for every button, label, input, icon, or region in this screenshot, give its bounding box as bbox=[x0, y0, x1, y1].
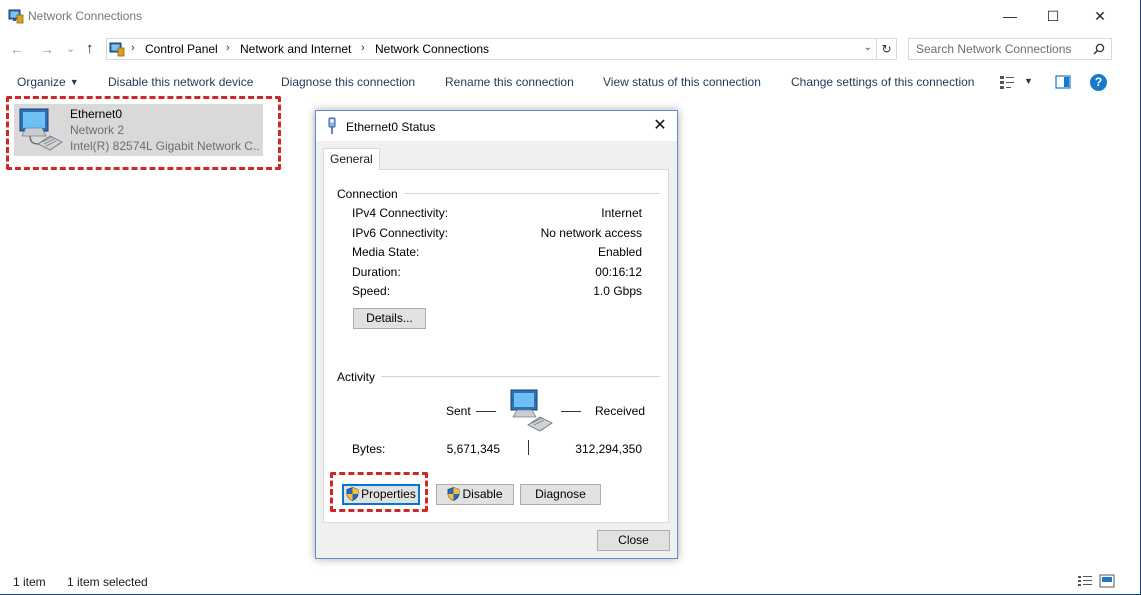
search-icon[interactable] bbox=[1093, 43, 1105, 55]
received-line bbox=[561, 411, 581, 412]
breadcrumb-network-connections[interactable]: Network Connections bbox=[375, 42, 489, 56]
speed-label: Speed: bbox=[352, 284, 391, 298]
up-arrow-icon: ↑ bbox=[86, 40, 94, 57]
close-icon: ✕ bbox=[1094, 8, 1106, 24]
details-button[interactable]: Details... bbox=[353, 308, 426, 329]
dialog-title-bar: Ethernet0 Status ✕ bbox=[316, 111, 677, 141]
maximize-button[interactable]: ☐ bbox=[1030, 0, 1076, 32]
address-dropdown-icon[interactable]: ⌄ bbox=[864, 42, 872, 53]
highlight-annotation-item bbox=[6, 96, 281, 170]
ipv6-value: No network access bbox=[540, 226, 642, 240]
network-connections-icon bbox=[8, 9, 24, 24]
explorer-window: Network Connections — ☐ ✕ ← → ⌄ ↑ › Cont… bbox=[0, 0, 1141, 595]
speed-value: 1.0 Gbps bbox=[593, 284, 642, 298]
minimize-icon: — bbox=[1003, 8, 1017, 24]
back-button[interactable]: ← bbox=[10, 40, 24, 58]
breadcrumb-separator: › bbox=[131, 42, 135, 54]
ipv6-label: IPv6 Connectivity: bbox=[352, 226, 449, 240]
change-view-icon[interactable] bbox=[999, 74, 1015, 90]
ethernet-plug-icon bbox=[328, 117, 336, 134]
ipv4-label: IPv4 Connectivity: bbox=[352, 206, 449, 220]
tab-general[interactable]: General bbox=[323, 148, 380, 170]
refresh-button[interactable]: ↻ bbox=[877, 38, 897, 60]
sent-label: Sent bbox=[446, 404, 471, 418]
chevron-down-icon: ⌄ bbox=[66, 43, 76, 55]
search-input[interactable] bbox=[916, 41, 1086, 57]
status-item-count: 1 item bbox=[13, 575, 46, 589]
uac-shield-icon bbox=[448, 487, 460, 501]
general-tab-panel: Connection IPv4 Connectivity: Internet I… bbox=[323, 169, 669, 523]
network-connections-icon bbox=[109, 42, 125, 57]
back-arrow-icon: ← bbox=[10, 41, 24, 57]
disable-label: Disable bbox=[462, 487, 503, 501]
close-icon: ✕ bbox=[653, 117, 667, 134]
connection-group-divider bbox=[384, 193, 660, 194]
details-view-icon[interactable] bbox=[1077, 574, 1093, 588]
network-activity-icon bbox=[510, 389, 553, 432]
view-dropdown-icon[interactable]: ▼ bbox=[1024, 76, 1033, 86]
title-bar: Network Connections — ☐ ✕ bbox=[0, 0, 1140, 32]
received-label: Received bbox=[595, 404, 646, 418]
bytes-divider bbox=[528, 440, 529, 455]
large-icons-view-icon[interactable] bbox=[1099, 574, 1115, 588]
forward-button[interactable]: → bbox=[40, 40, 54, 58]
bytes-label: Bytes: bbox=[352, 442, 386, 456]
duration-value: 00:16:12 bbox=[595, 265, 642, 279]
disable-button[interactable]: Disable bbox=[436, 484, 514, 505]
organize-label: Organize bbox=[17, 75, 66, 89]
connection-heading: Connection bbox=[337, 187, 404, 201]
change-settings-button[interactable]: Change settings of this connection bbox=[791, 75, 974, 89]
address-bar[interactable]: › Control Panel › Network and Internet ›… bbox=[106, 38, 877, 60]
up-button[interactable]: ↑ bbox=[86, 40, 94, 58]
bytes-sent-value: 5,671,345 bbox=[446, 442, 500, 456]
refresh-icon: ↻ bbox=[881, 42, 892, 56]
minimize-button[interactable]: — bbox=[987, 0, 1033, 32]
caret-down-icon: ▼ bbox=[69, 77, 79, 87]
help-icon[interactable]: ? bbox=[1090, 74, 1107, 91]
diagnose-button[interactable]: Diagnose this connection bbox=[281, 75, 415, 89]
breadcrumb-network-and-internet[interactable]: Network and Internet bbox=[240, 42, 351, 56]
search-box[interactable] bbox=[908, 38, 1112, 60]
activity-group-divider bbox=[380, 376, 660, 377]
bytes-received-value: 312,294,350 bbox=[575, 442, 642, 456]
close-button[interactable]: ✕ bbox=[1077, 0, 1123, 32]
forward-arrow-icon: → bbox=[40, 41, 54, 57]
sent-line bbox=[476, 411, 496, 412]
dialog-title: Ethernet0 Status bbox=[346, 120, 436, 134]
close-dialog-button[interactable]: Close bbox=[597, 530, 670, 551]
view-status-button[interactable]: View status of this connection bbox=[603, 75, 761, 89]
disable-device-button[interactable]: Disable this network device bbox=[108, 75, 253, 89]
media-state-label: Media State: bbox=[352, 245, 420, 259]
preview-pane-icon[interactable] bbox=[1055, 74, 1071, 90]
media-state-value: Enabled bbox=[597, 245, 642, 259]
duration-label: Duration: bbox=[352, 265, 401, 279]
dialog-close-button[interactable]: ✕ bbox=[643, 111, 677, 141]
status-selected-count: 1 item selected bbox=[67, 575, 148, 589]
rename-button[interactable]: Rename this connection bbox=[445, 75, 574, 89]
activity-heading: Activity bbox=[337, 370, 382, 384]
window-title: Network Connections bbox=[28, 9, 143, 23]
maximize-icon: ☐ bbox=[1046, 8, 1060, 24]
diagnose-dialog-button[interactable]: Diagnose bbox=[520, 484, 601, 505]
breadcrumb-separator: › bbox=[361, 42, 365, 54]
breadcrumb-control-panel[interactable]: Control Panel bbox=[145, 42, 218, 56]
recent-locations-button[interactable]: ⌄ bbox=[66, 40, 75, 58]
organize-menu[interactable]: Organize ▼ bbox=[17, 75, 79, 89]
highlight-annotation-properties bbox=[330, 472, 428, 512]
ipv4-value: Internet bbox=[601, 206, 642, 220]
breadcrumb-separator: › bbox=[226, 42, 230, 54]
